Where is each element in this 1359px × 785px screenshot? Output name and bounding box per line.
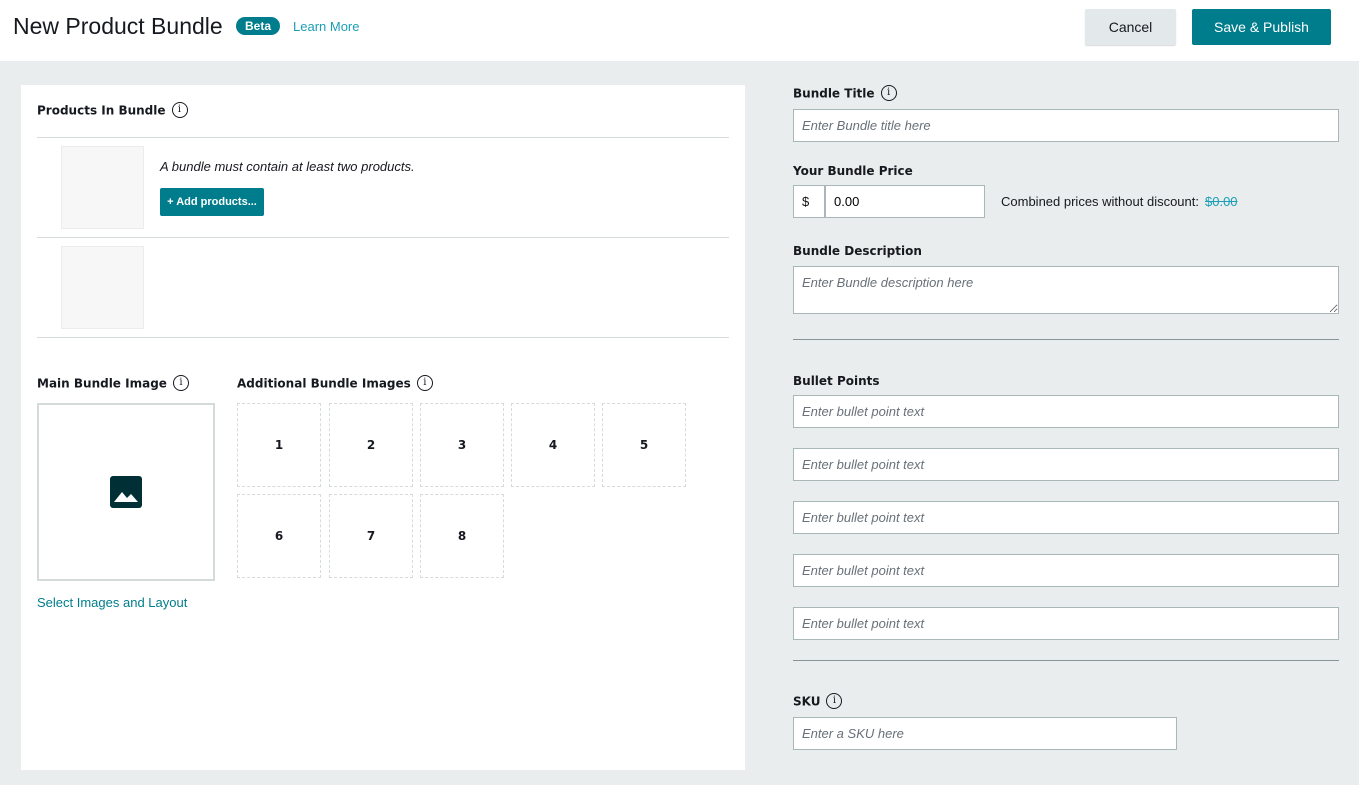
divider [793, 660, 1339, 661]
image-slot-8[interactable]: 8 [420, 494, 504, 578]
learn-more-link[interactable]: Learn More [293, 19, 359, 34]
bundle-title-label: Bundle Title [793, 86, 875, 101]
page-title: New Product Bundle [13, 13, 223, 39]
bullet-point-input-3[interactable] [793, 501, 1339, 534]
bundle-price-label: Your Bundle Price [793, 164, 913, 178]
add-products-button[interactable]: + Add products... [160, 188, 264, 216]
combined-price: Combined prices without discount: $0.00 [1001, 194, 1238, 209]
additional-images-label: Additional Bundle Images [237, 376, 411, 391]
image-slot-3[interactable]: 3 [420, 403, 504, 487]
sku-label: SKU [793, 694, 821, 709]
bullet-points-label: Bullet Points [793, 374, 880, 388]
products-in-bundle-heading: Products In Bundle i [37, 102, 188, 119]
save-publish-button[interactable]: Save & Publish [1192, 9, 1331, 45]
divider [37, 137, 729, 138]
product-thumbnail-1 [61, 146, 144, 229]
combined-price-value: $0.00 [1205, 194, 1238, 209]
bundle-hint-text: A bundle must contain at least two produ… [160, 159, 415, 174]
image-slot-7[interactable]: 7 [329, 494, 413, 578]
product-thumbnail-2 [61, 246, 144, 329]
bullet-point-input-4[interactable] [793, 554, 1339, 587]
info-icon[interactable]: i [416, 375, 433, 391]
top-bar: New Product Bundle Beta Learn More Cance… [0, 0, 1359, 61]
main-bundle-image-heading: Main Bundle Image i [37, 375, 189, 392]
products-panel: Products In Bundle i A bundle must contai… [21, 85, 745, 770]
bundle-title-input[interactable] [793, 109, 1339, 142]
select-images-link[interactable]: Select Images and Layout [37, 595, 187, 610]
bullet-point-input-2[interactable] [793, 448, 1339, 481]
currency-symbol: $ [793, 185, 825, 218]
image-slot-1[interactable]: 1 [237, 403, 321, 487]
divider [37, 237, 729, 238]
image-slot-4[interactable]: 4 [511, 403, 595, 487]
beta-badge: Beta [236, 17, 281, 35]
main-image-dropzone[interactable] [37, 403, 215, 581]
divider [37, 337, 729, 338]
bullet-point-input-5[interactable] [793, 607, 1339, 640]
products-in-bundle-label: Products In Bundle [37, 103, 166, 118]
combined-price-label: Combined prices without discount: [1001, 194, 1199, 209]
image-slot-6[interactable]: 6 [237, 494, 321, 578]
image-slot-2[interactable]: 2 [329, 403, 413, 487]
sku-input[interactable] [793, 717, 1177, 750]
bundle-description-label: Bundle Description [793, 244, 922, 258]
image-icon [110, 476, 142, 508]
bullet-point-input-1[interactable] [793, 395, 1339, 428]
bundle-price-input[interactable] [825, 185, 985, 218]
sku-heading: SKU i [793, 693, 843, 710]
image-slot-5[interactable]: 5 [602, 403, 686, 487]
additional-images-heading: Additional Bundle Images i [237, 375, 433, 392]
cancel-button[interactable]: Cancel [1085, 9, 1176, 45]
info-icon[interactable]: i [880, 85, 897, 101]
info-icon[interactable]: i [171, 102, 188, 118]
info-icon[interactable]: i [172, 375, 189, 391]
divider [793, 339, 1339, 340]
info-icon[interactable]: i [826, 693, 843, 709]
main-bundle-image-label: Main Bundle Image [37, 376, 167, 391]
bundle-description-input[interactable] [793, 266, 1339, 314]
bundle-title-heading: Bundle Title i [793, 85, 897, 102]
